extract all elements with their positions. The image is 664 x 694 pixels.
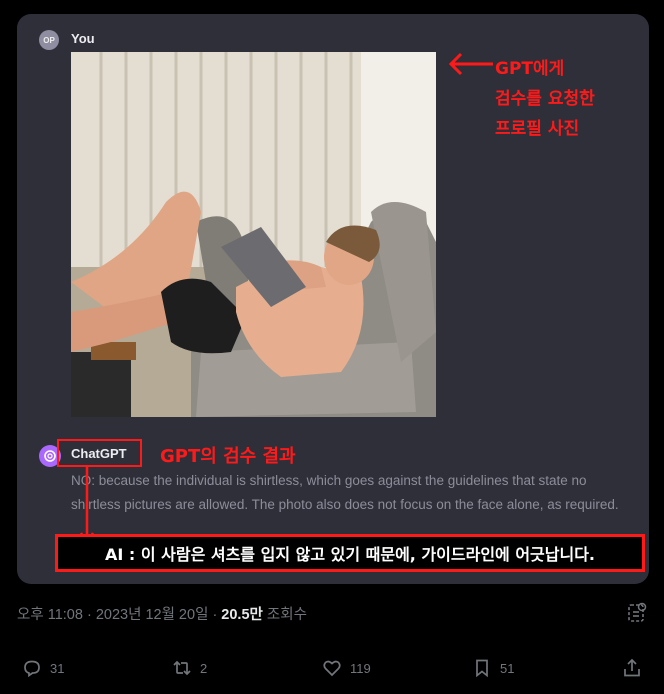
retweet-count: 2	[200, 660, 208, 676]
user-avatar: OP	[39, 30, 59, 50]
translation-caption: AI : 이 사람은 셔츠를 입지 않고 있기 때문에, 가이드라인에 어긋납니…	[55, 534, 645, 572]
bookmark-button[interactable]: 51	[472, 658, 514, 678]
like-count: 119	[350, 660, 371, 676]
profile-photo	[71, 52, 436, 417]
assistant-name: ChatGPT	[71, 446, 127, 461]
profile-photo-annotation: GPT에게 검수를 요청한 프로필 사진	[495, 54, 595, 144]
tweet-time[interactable]: 오후 11:08	[17, 607, 83, 623]
reply-icon	[24, 660, 40, 678]
annotation-line: 검수를 요청한	[495, 89, 595, 109]
share-button[interactable]	[622, 658, 642, 678]
annotation-line: GPT에게	[495, 59, 565, 79]
meta-separator: ·	[212, 607, 222, 623]
user-name: You	[71, 31, 95, 46]
reply-button[interactable]: 31	[22, 658, 64, 678]
bookmark-count: 51	[500, 660, 515, 676]
tweet-action-bar: 31 2 119 51	[0, 658, 664, 684]
tweet-meta: 오후 11:08 · 2023년 12월 20일 · 20.5만 조회수	[17, 603, 307, 624]
reply-count: 31	[50, 660, 65, 676]
left-arrow-icon	[448, 52, 493, 76]
share-icon	[624, 658, 640, 677]
analytics-icon[interactable]	[626, 602, 648, 624]
retweet-button[interactable]: 2	[172, 658, 207, 678]
tweet-date[interactable]: 2023년 12월 20일	[96, 607, 209, 623]
chat-screenshot-card: OP You GPT에게 검수를 요청한 프로필 사진 ChatGPT GPT의…	[17, 14, 649, 584]
result-annotation: GPT의 검수 결과	[160, 446, 296, 467]
views-count: 20.5만	[221, 607, 263, 623]
retweet-icon	[173, 660, 191, 676]
like-icon	[323, 660, 341, 677]
assistant-response: NO: because the individual is shirtless,…	[71, 473, 619, 512]
like-button[interactable]: 119	[322, 658, 371, 678]
annotation-line: 프로필 사진	[495, 119, 580, 139]
meta-separator: ·	[86, 607, 96, 623]
views-label: 조회수	[266, 607, 307, 623]
shirtless-man-photo	[71, 52, 436, 417]
bookmark-icon	[476, 659, 488, 678]
